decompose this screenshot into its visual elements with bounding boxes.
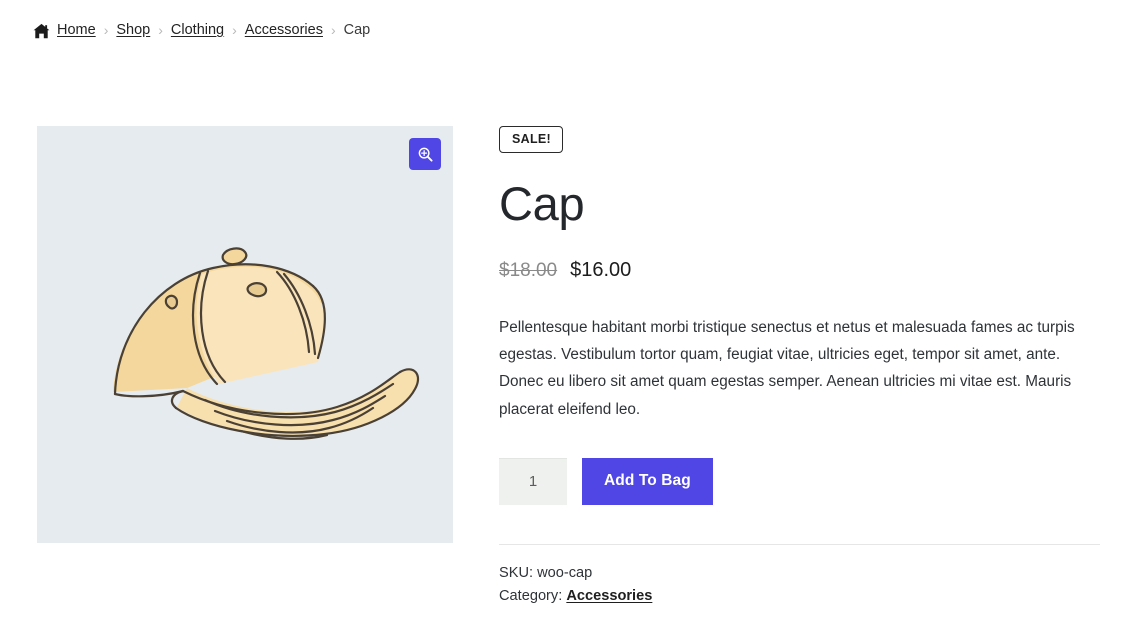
add-to-cart-button[interactable]: Add To Bag bbox=[582, 457, 713, 505]
breadcrumb-item-home[interactable]: Home bbox=[57, 22, 96, 38]
category-row: Category: Accessories bbox=[499, 585, 1100, 609]
sale-badge: SALE! bbox=[499, 126, 563, 153]
add-to-cart-form: Add To Bag bbox=[499, 457, 1100, 505]
product-meta: SKU: woo-cap Category: Accessories bbox=[499, 562, 1100, 609]
sku-row: SKU: woo-cap bbox=[499, 562, 1100, 586]
breadcrumb-item-shop[interactable]: Shop bbox=[116, 22, 150, 38]
product-gallery[interactable] bbox=[37, 126, 453, 543]
breadcrumb: Home › Shop › Clothing › Accessories › C… bbox=[33, 22, 371, 39]
breadcrumb-separator: › bbox=[103, 22, 109, 38]
home-icon[interactable] bbox=[33, 23, 50, 39]
product-image-cap[interactable] bbox=[37, 126, 453, 543]
product-summary: SALE! Cap $18.00 $16.00 Pellentesque hab… bbox=[499, 126, 1100, 609]
breadcrumb-separator: › bbox=[232, 22, 237, 38]
breadcrumb-item-clothing[interactable]: Clothing bbox=[171, 22, 224, 38]
price-row: $18.00 $16.00 bbox=[499, 259, 1100, 282]
page-title: Cap bbox=[499, 176, 585, 230]
zoom-image-button[interactable] bbox=[409, 138, 441, 170]
price-original: $18.00 bbox=[499, 259, 558, 281]
product-description: Pellentesque habitant morbi tristique se… bbox=[499, 318, 1075, 418]
sku-label: SKU: bbox=[499, 564, 534, 581]
breadcrumb-separator: › bbox=[330, 22, 336, 38]
breadcrumb-separator: › bbox=[158, 22, 163, 38]
price-current: $16.00 bbox=[570, 258, 632, 281]
category-link[interactable]: Accessories bbox=[566, 588, 652, 604]
category-label: Category: bbox=[499, 588, 563, 605]
sku-value: woo-cap bbox=[537, 564, 593, 581]
quantity-input[interactable] bbox=[499, 457, 567, 505]
breadcrumb-item-accessories[interactable]: Accessories bbox=[245, 22, 323, 38]
breadcrumb-item-current: Cap bbox=[343, 22, 371, 38]
magnifier-plus-icon bbox=[418, 147, 433, 162]
divider bbox=[499, 543, 1100, 545]
